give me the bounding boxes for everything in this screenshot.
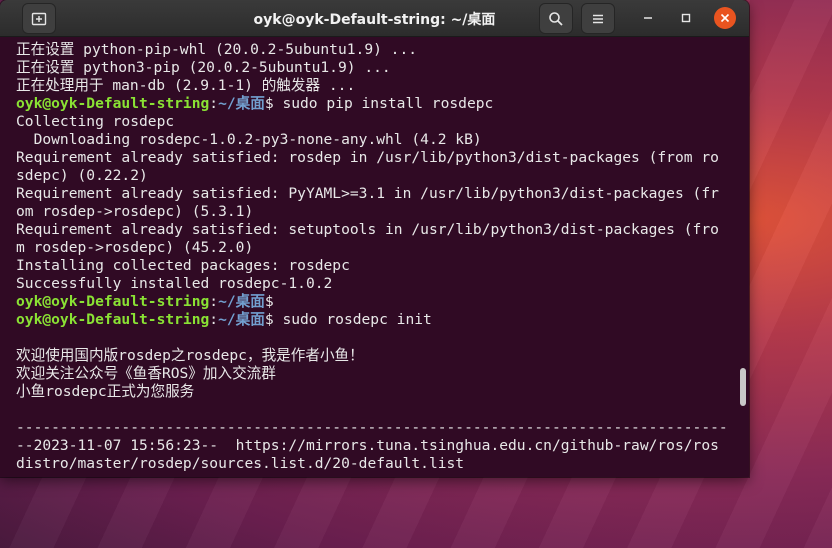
terminal-scrollbar[interactable] [740,368,746,406]
search-button[interactable] [539,3,573,34]
new-tab-button[interactable] [22,3,56,34]
new-tab-icon [31,12,47,25]
prompt-colon: : [209,95,219,112]
command-text: sudo pip install rosdepc [273,95,494,112]
terminal-window: oyk@oyk-Default-string: ~/桌面 正在设置 python… [0,0,749,477]
output-line: Downloading rosdepc-1.0.2-py3-none-any.w… [16,131,482,148]
prompt-path: ~/桌面 [218,311,265,328]
maximize-icon [681,13,691,23]
hamburger-menu-icon [593,14,603,23]
prompt-user: oyk@oyk-Default-string [16,95,210,112]
output-line: 正在设置 python-pip-whl (20.0.2-5ubuntu1.9) … [16,41,418,58]
close-icon [720,13,730,23]
minimize-icon [644,17,652,19]
output-line: Requirement already satisfied: rosdep in… [16,149,719,166]
prompt-dollar: $ [264,311,274,328]
output-line: 欢迎使用国内版rosdep之rosdepc，我是作者小鱼！ [16,347,364,364]
output-line: Installing collected packages: rosdepc [16,257,350,274]
terminal-output[interactable]: 正在设置 python-pip-whl (20.0.2-5ubuntu1.9) … [0,37,749,477]
prompt-line: oyk@oyk-Default-string:~/桌面$ [16,293,749,311]
prompt-user: oyk@oyk-Default-string [16,293,210,310]
close-button[interactable] [714,7,736,29]
output-line: 正在处理用于 man-db (2.9.1-1) 的触发器 ... [16,77,356,94]
title-bar[interactable]: oyk@oyk-Default-string: ~/桌面 [0,0,749,37]
prompt-path: ~/桌面 [218,95,265,112]
menu-button[interactable] [581,3,615,34]
output-line: Collecting rosdepc [16,113,175,130]
output-line: om rosdep->rosdepc) (5.3.1) [16,203,254,220]
command-text: sudo rosdepc init [273,311,432,328]
prompt-dollar: $ [264,293,274,310]
prompt-user: oyk@oyk-Default-string [16,311,210,328]
output-line: Requirement already satisfied: setuptool… [16,221,719,238]
output-line: 欢迎关注公众号《鱼香ROS》加入交流群 [16,365,276,382]
output-line: 正在设置 python3-pip (20.0.2-5ubuntu1.9) ... [16,59,391,76]
minimize-button[interactable] [637,7,659,29]
prompt-line: oyk@oyk-Default-string:~/桌面$ sudo rosdep… [16,311,749,329]
output-line: ----------------------------------------… [16,419,728,436]
output-line: m rosdep->rosdepc) (45.2.0) [16,239,254,256]
maximize-button[interactable] [675,7,697,29]
output-line: Requirement already satisfied: PyYAML>=3… [16,185,719,202]
output-line: 小鱼rosdepc正式为您服务 [16,383,195,400]
prompt-line: oyk@oyk-Default-string:~/桌面$ sudo pip in… [16,95,749,113]
prompt-path: ~/桌面 [218,293,265,310]
output-line: --2023-11-07 15:56:23-- https://mirrors.… [16,437,719,454]
prompt-dollar: $ [264,95,274,112]
prompt-colon: : [209,311,219,328]
output-line: Successfully installed rosdepc-1.0.2 [16,275,333,292]
output-line: sdepc) (0.22.2) [16,167,148,184]
search-icon [549,11,563,26]
prompt-colon: : [209,293,219,310]
output-line: distro/master/rosdep/sources.list.d/20-d… [16,455,465,472]
